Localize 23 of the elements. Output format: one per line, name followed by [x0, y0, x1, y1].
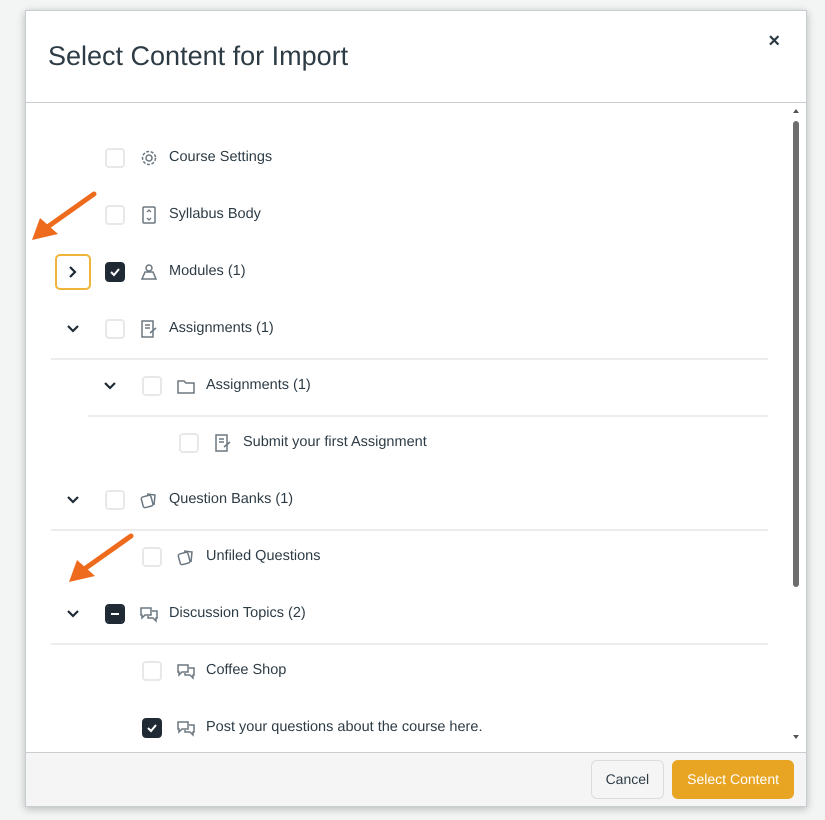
- item-label: Assignments (1): [206, 376, 311, 396]
- check-icon: [109, 266, 121, 278]
- check-icon: [146, 722, 158, 734]
- item-label: Syllabus Body: [169, 204, 261, 224]
- item-label: Question Banks (1): [169, 490, 294, 510]
- dialog-title: Select Content for Import: [48, 40, 348, 73]
- scrollbar[interactable]: [792, 109, 800, 739]
- checkbox[interactable]: [142, 718, 162, 738]
- expand-toggle[interactable]: [55, 254, 91, 290]
- modules-icon: [139, 262, 159, 282]
- item-label: Coffee Shop: [206, 660, 286, 680]
- assignment-icon: [213, 432, 233, 452]
- close-button[interactable]: ×: [764, 26, 784, 56]
- item-label: Assignments (1): [169, 319, 274, 338]
- item-label: Post your questions about the course here.: [206, 718, 482, 737]
- item-label: Discussion Topics (2): [169, 604, 306, 624]
- assignment-icon: [139, 319, 159, 339]
- cancel-button[interactable]: Cancel: [590, 760, 664, 799]
- item-label: Course Settings: [169, 148, 272, 167]
- item-label: Unfiled Questions: [206, 546, 320, 566]
- item-label: Modules (1): [169, 262, 246, 281]
- item-label: Submit your first Assignment: [243, 432, 427, 452]
- checkbox[interactable]: [105, 262, 125, 282]
